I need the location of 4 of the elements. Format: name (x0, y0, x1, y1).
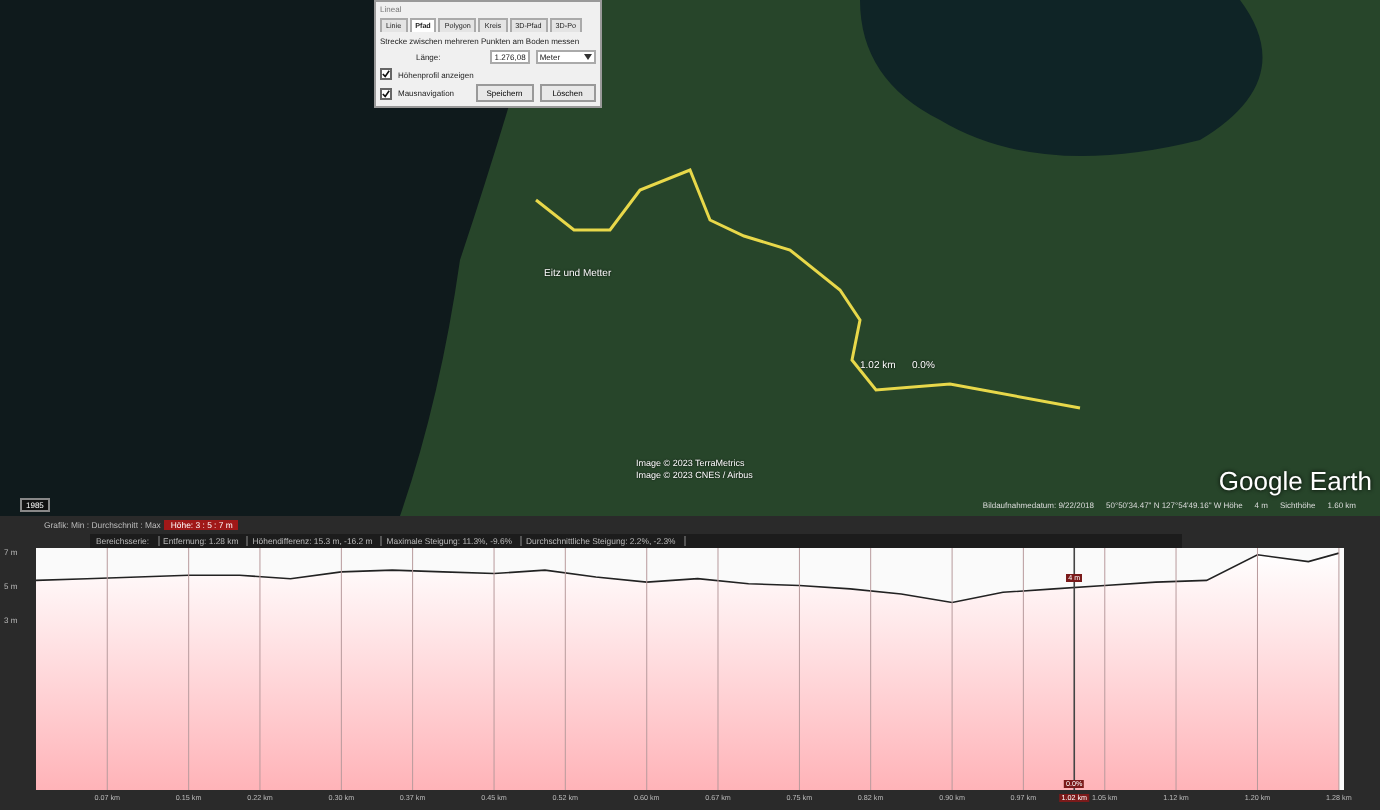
checkbox[interactable] (380, 68, 392, 80)
checkbox[interactable] (380, 87, 392, 99)
logo-text: Google Earth (1218, 466, 1372, 496)
caret-icon (584, 54, 592, 60)
